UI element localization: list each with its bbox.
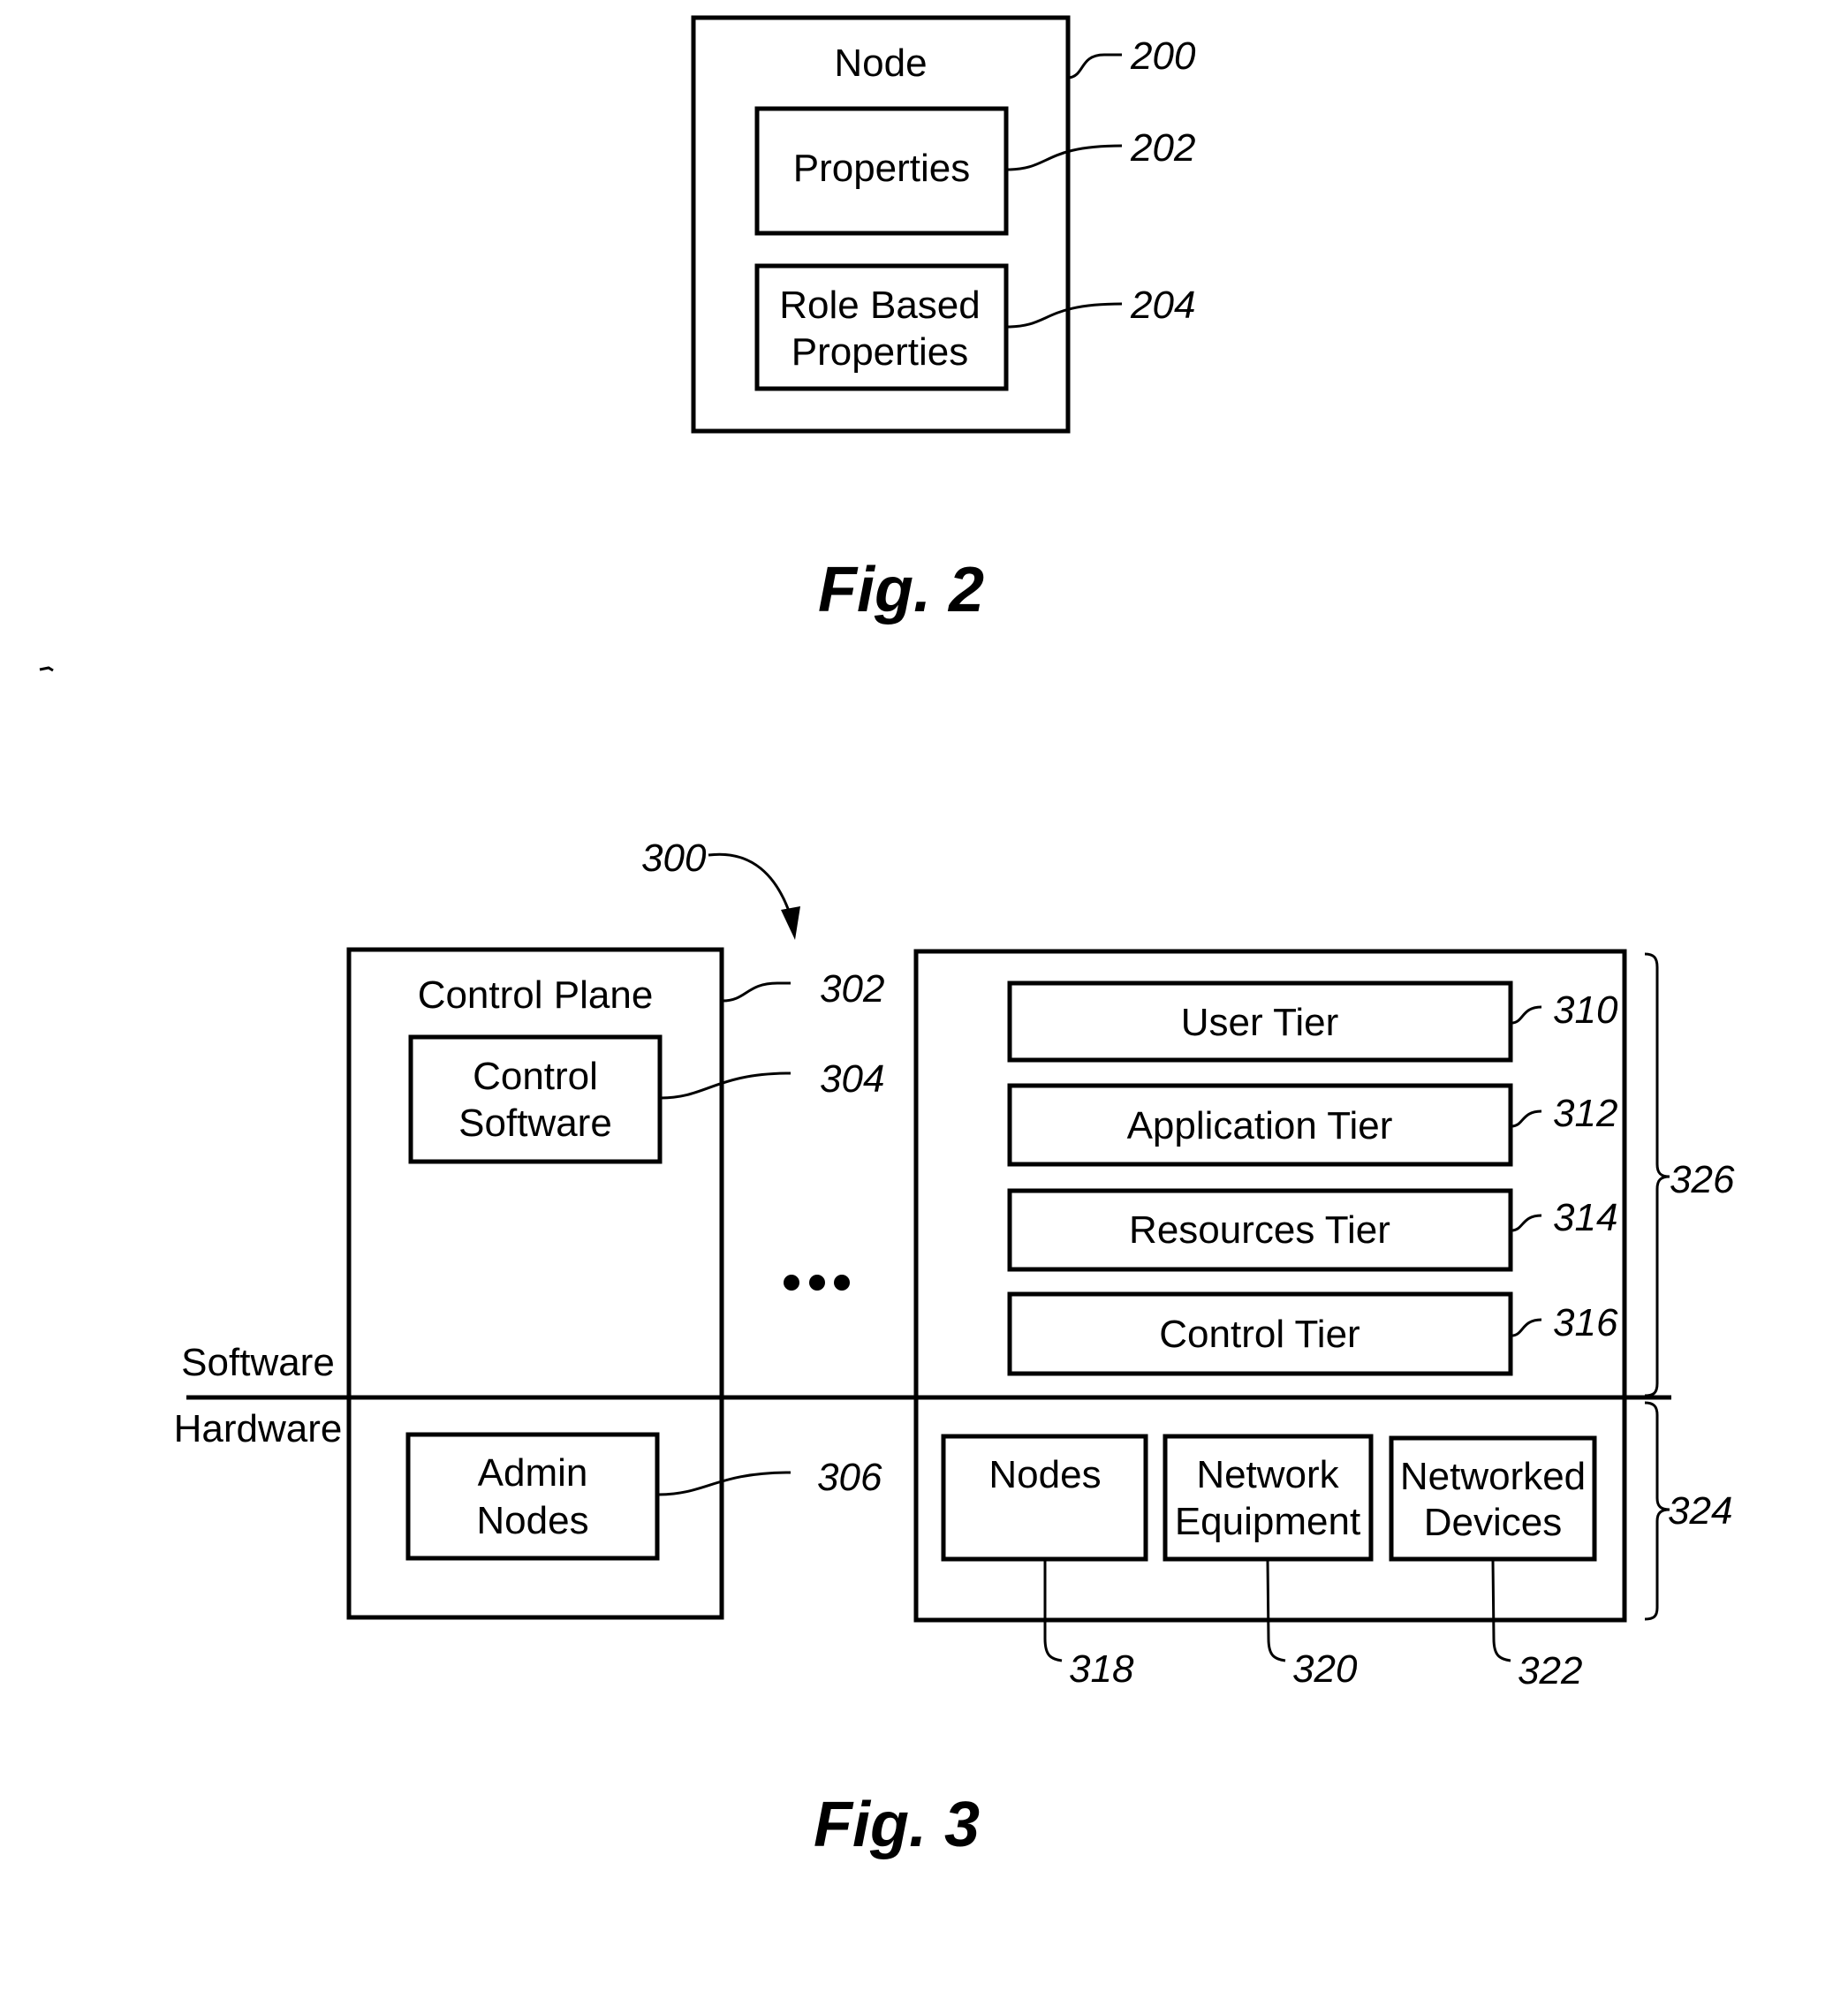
application-tier-label: Application Tier <box>1127 1104 1393 1147</box>
ref-318: 318 <box>1069 1647 1134 1691</box>
arrow-head-icon <box>781 906 800 940</box>
ref-306: 306 <box>817 1456 882 1499</box>
properties-label: Properties <box>793 147 971 190</box>
network-equipment-line1: Network <box>1196 1453 1339 1496</box>
patent-drawing-sheet: Node Properties Role Based Properties 20… <box>39 15 1735 1860</box>
leader-line-320 <box>1266 1559 1286 1662</box>
leader-line-202 <box>1006 144 1123 171</box>
leader-line-322 <box>1491 1559 1511 1662</box>
networked-devices-line1: Networked <box>1400 1455 1586 1498</box>
figure-2-caption: Fig. 2 <box>818 555 984 625</box>
user-tier-label: User Tier <box>1181 1001 1338 1044</box>
figure-2: Node Properties Role Based Properties 20… <box>691 15 1196 625</box>
leader-line-304 <box>660 1071 791 1100</box>
ref-320: 320 <box>1292 1647 1358 1691</box>
control-plane-label: Control Plane <box>418 973 654 1017</box>
ref-324: 324 <box>1668 1489 1732 1533</box>
leader-line-314 <box>1511 1214 1542 1232</box>
nodes-label: Nodes <box>988 1453 1101 1496</box>
ref-316: 316 <box>1553 1301 1618 1344</box>
software-label: Software <box>181 1341 335 1384</box>
admin-nodes-line1: Admin <box>478 1451 588 1495</box>
admin-nodes-line2: Nodes <box>476 1499 588 1542</box>
ref-314: 314 <box>1553 1196 1617 1239</box>
stray-mark <box>39 666 54 672</box>
leader-line-316 <box>1511 1318 1542 1337</box>
ref-204: 204 <box>1130 284 1195 327</box>
resources-tier-label: Resources Tier <box>1129 1208 1390 1252</box>
ref-322: 322 <box>1518 1649 1582 1692</box>
software-brace <box>1644 952 1670 1397</box>
ref-302: 302 <box>820 967 884 1011</box>
ellipsis-dot <box>809 1275 825 1291</box>
ref-304: 304 <box>820 1057 884 1101</box>
control-tier-label: Control Tier <box>1159 1313 1359 1356</box>
figure-3-caption: Fig. 3 <box>814 1790 980 1860</box>
control-software-line2: Software <box>458 1102 612 1145</box>
ref-300: 300 <box>641 837 707 880</box>
ref-202: 202 <box>1130 126 1195 170</box>
network-equipment-line2: Equipment <box>1175 1500 1360 1543</box>
leader-line-302 <box>722 981 791 1003</box>
leader-line-200 <box>1068 53 1122 80</box>
ref-312: 312 <box>1553 1092 1617 1135</box>
ref-310: 310 <box>1553 988 1618 1032</box>
ellipsis-dots <box>784 1275 850 1291</box>
role-based-properties-line1: Role Based <box>779 284 980 327</box>
leader-line-318 <box>1043 1560 1063 1662</box>
leader-line-204 <box>1006 302 1123 329</box>
ref-326: 326 <box>1670 1158 1735 1201</box>
hardware-label: Hardware <box>174 1407 343 1450</box>
ellipsis-dot <box>834 1275 850 1291</box>
role-based-properties-line2: Properties <box>791 330 969 374</box>
ref-200: 200 <box>1130 34 1196 78</box>
ellipsis-dot <box>784 1275 799 1291</box>
leader-line-310 <box>1511 1005 1542 1025</box>
networked-devices-line2: Devices <box>1424 1501 1563 1544</box>
control-software-line1: Control <box>473 1055 598 1098</box>
node-label: Node <box>834 42 927 85</box>
leader-line-312 <box>1511 1109 1542 1128</box>
system-arrow-line <box>708 852 793 920</box>
leader-line-306 <box>657 1471 791 1496</box>
figure-3: 300 Control Plane Control Software Admin… <box>174 837 1735 1860</box>
hardware-brace <box>1644 1401 1670 1621</box>
